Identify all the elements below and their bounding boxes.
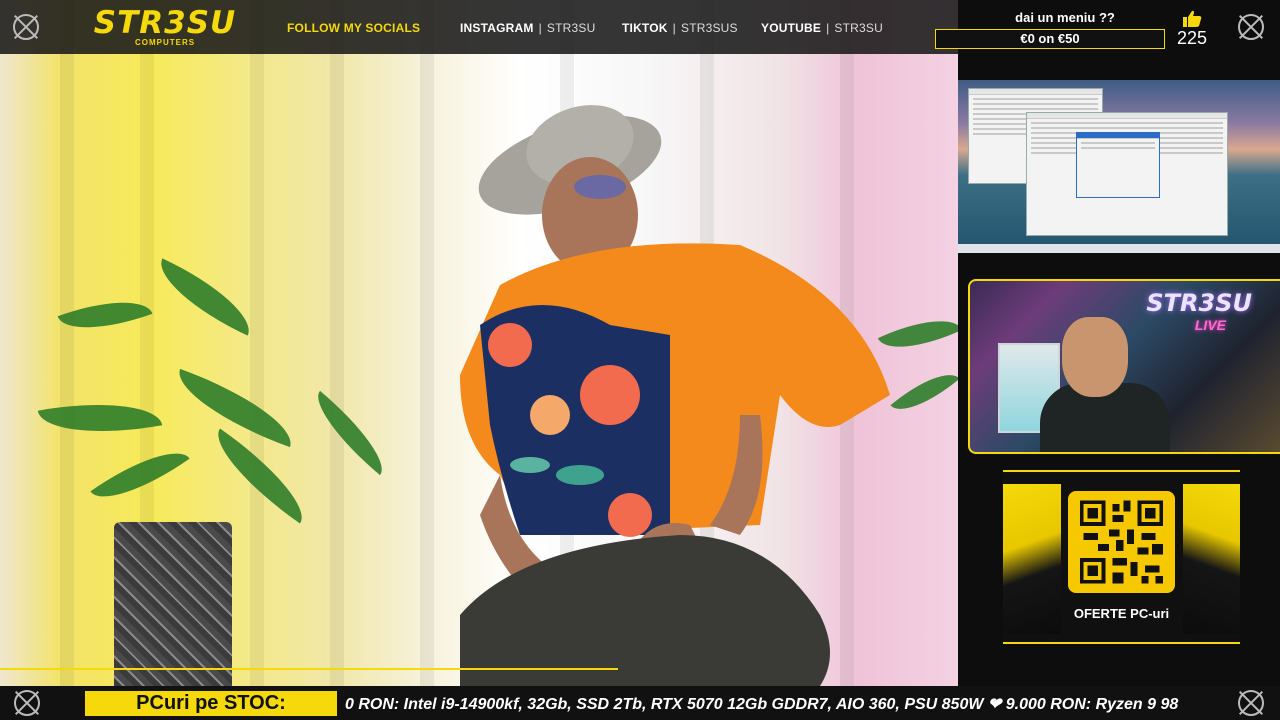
video-progress-bar	[0, 668, 618, 670]
social-platform: TIKTOK	[622, 21, 668, 35]
thumbs-up-icon	[1183, 10, 1202, 27]
crosshair-icon	[13, 14, 39, 40]
divider: |	[672, 21, 676, 35]
social-platform: INSTAGRAM	[460, 21, 534, 35]
planter	[114, 522, 232, 686]
crosshair-icon	[14, 690, 40, 716]
promo-caption: OFERTE PC-uri	[1073, 606, 1170, 621]
ticker-text: 0 RON: Intel i9-14900kf, 32Gb, SSD 2Tb, …	[345, 696, 1179, 713]
qr-code-icon[interactable]	[1068, 491, 1175, 593]
follow-label: FOLLOW MY SOCIALS	[287, 21, 421, 35]
social-handle: STR3SUS	[680, 21, 738, 35]
social-link-youtube[interactable]: YOUTUBE | STR3SU	[761, 21, 883, 35]
stock-ticker: PCuri pe STOC: 0 RON: Intel i9-14900kf, …	[0, 686, 1280, 720]
logo-text: STR3SU	[93, 5, 237, 41]
webcam-feed: STR3SU LIVE	[968, 279, 1280, 454]
crosshair-icon	[1238, 14, 1264, 40]
brand-logo: STR3SU COMPUTERS	[90, 5, 240, 48]
goal-label: dai un meniu ??	[1015, 10, 1115, 25]
crosshair-icon	[1238, 690, 1264, 716]
goal-progress: €0 on €50	[935, 29, 1165, 49]
social-handle: STR3SU	[834, 21, 883, 35]
promo-panel[interactable]: OFERTE PC-uri	[1003, 470, 1240, 644]
social-link-tiktok[interactable]: TIKTOK | STR3SUS	[622, 21, 738, 35]
streamer-head	[1062, 317, 1128, 397]
likes-counter: 225	[1172, 10, 1212, 48]
neon-live-sign: LIVE	[1194, 317, 1226, 333]
divider: |	[826, 21, 830, 35]
social-handle: STR3SU	[546, 21, 596, 35]
desktop-screen-capture	[958, 80, 1280, 253]
main-video-feed	[0, 0, 958, 686]
top-bar: STR3SU COMPUTERS FOLLOW MY SOCIALS INSTA…	[0, 0, 958, 54]
person-figure	[460, 105, 890, 686]
taskbar	[958, 244, 1280, 253]
dialog-window	[1076, 132, 1160, 198]
likes-count: 225	[1176, 28, 1208, 48]
ticker-label: PCuri pe STOC:	[85, 691, 337, 716]
social-platform: YOUTUBE	[761, 21, 822, 35]
divider: |	[538, 21, 542, 35]
social-link-instagram[interactable]: INSTAGRAM | STR3SU	[460, 21, 595, 35]
neon-sign: STR3SU	[1146, 289, 1252, 317]
